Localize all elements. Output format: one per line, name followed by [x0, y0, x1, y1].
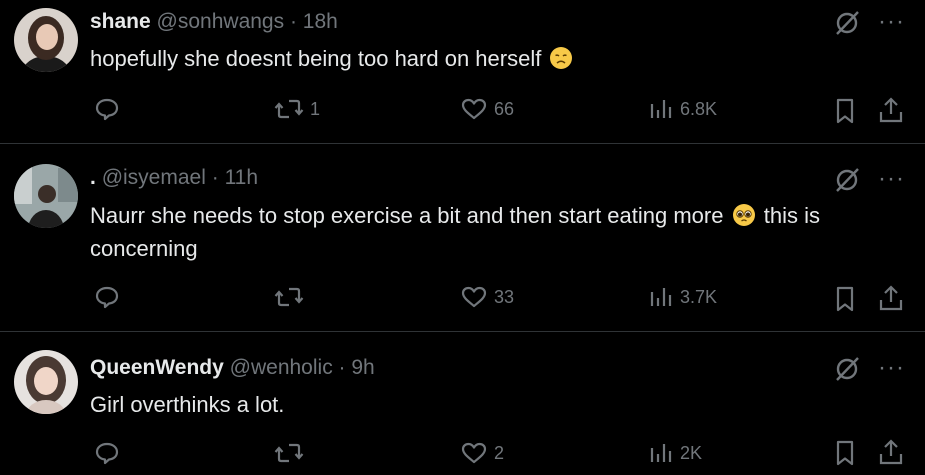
share-icon[interactable]: [876, 284, 906, 314]
reply-button[interactable]: [94, 284, 120, 310]
reply-icon: [95, 286, 119, 309]
share-icon[interactable]: [876, 96, 906, 126]
retweet-button[interactable]: 1: [274, 96, 320, 122]
avatar[interactable]: [14, 8, 78, 72]
views-button[interactable]: 6.8K: [648, 96, 717, 122]
views-button[interactable]: 2K: [648, 440, 702, 466]
reply-2[interactable]: . @isyemael · 11h Naurr she needs to sto…: [0, 144, 925, 331]
reply-button[interactable]: [94, 440, 120, 466]
views-icon: [650, 444, 672, 462]
more-options-icon[interactable]: ···: [878, 10, 905, 34]
reply-text: Naurr she needs to stop exercise a bit a…: [90, 203, 820, 261]
user-handle[interactable]: @isyemael: [102, 166, 206, 189]
more-options-icon[interactable]: ···: [878, 167, 905, 191]
more-options-icon[interactable]: ···: [878, 356, 905, 380]
reply-3[interactable]: QueenWendy @wenholic · 9h Girl overthink…: [0, 332, 925, 475]
reply-text: Girl overthinks a lot.: [90, 392, 285, 417]
pleading-face-icon: [732, 204, 755, 226]
retweet-count: 1: [310, 98, 321, 119]
like-button[interactable]: 66: [460, 96, 514, 122]
grok-icon[interactable]: [832, 8, 862, 38]
retweet-icon: [274, 287, 304, 307]
views-button[interactable]: 3.7K: [648, 284, 717, 310]
bookmark-icon[interactable]: [830, 284, 860, 314]
view-count: 2K: [680, 442, 703, 463]
heart-icon: [461, 286, 487, 308]
retweet-icon: [274, 443, 304, 463]
views-icon: [650, 288, 672, 306]
display-name[interactable]: QueenWendy: [90, 356, 224, 379]
timestamp[interactable]: 9h: [351, 356, 374, 379]
view-count: 6.8K: [680, 98, 718, 119]
display-name[interactable]: .: [90, 166, 96, 189]
user-handle[interactable]: @sonhwangs: [157, 10, 285, 33]
reply-header: shane @sonhwangs · 18h: [90, 10, 338, 34]
reply-text: hopefully she doesnt being too hard on h…: [90, 42, 910, 75]
disappointed-face-icon: [550, 47, 573, 69]
retweet-icon: [274, 99, 304, 119]
like-count: 2: [494, 442, 505, 463]
separator-dot: ·: [289, 10, 297, 33]
views-icon: [650, 100, 672, 118]
user-handle[interactable]: @wenholic: [230, 356, 333, 379]
timestamp[interactable]: 18h: [303, 10, 338, 33]
like-button[interactable]: 33: [460, 284, 514, 310]
view-count: 3.7K: [680, 286, 718, 307]
reply-icon: [95, 98, 119, 121]
grok-icon[interactable]: [832, 165, 862, 195]
retweet-button[interactable]: [274, 440, 310, 466]
separator-dot: ·: [211, 166, 219, 189]
like-count: 66: [494, 98, 515, 119]
heart-icon: [461, 98, 487, 120]
retweet-button[interactable]: [274, 284, 310, 310]
display-name[interactable]: shane: [90, 10, 151, 33]
bookmark-icon[interactable]: [830, 438, 860, 468]
grok-icon[interactable]: [832, 354, 862, 384]
reply-1[interactable]: shane @sonhwangs · 18h hopefully she doe…: [0, 0, 925, 143]
like-count: 33: [494, 286, 515, 307]
avatar[interactable]: [14, 164, 78, 228]
avatar[interactable]: [14, 350, 78, 414]
reply-header: QueenWendy @wenholic · 9h: [90, 356, 375, 380]
share-icon[interactable]: [876, 438, 906, 468]
timestamp[interactable]: 11h: [225, 166, 258, 189]
bookmark-icon[interactable]: [830, 96, 860, 126]
separator-dot: ·: [338, 356, 346, 379]
heart-icon: [461, 442, 487, 464]
reply-button[interactable]: [94, 96, 120, 122]
reply-header: . @isyemael · 11h: [90, 166, 258, 190]
reply-icon: [95, 442, 119, 465]
like-button[interactable]: 2: [460, 440, 504, 466]
